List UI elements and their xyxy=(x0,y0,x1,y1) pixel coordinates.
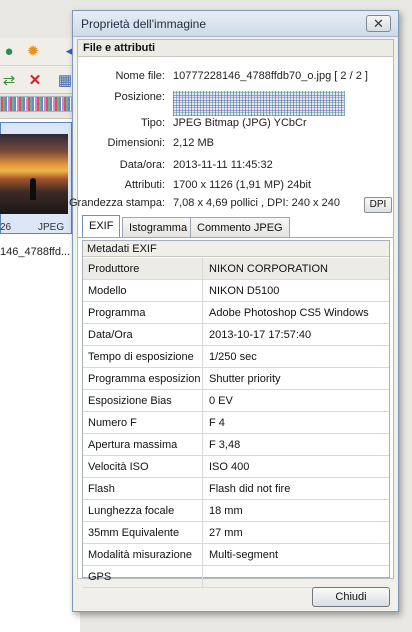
info-row-print-size: Grandezza stampa: 7,08 x 4,69 pollici , … xyxy=(69,197,393,213)
exif-value: 2013-10-17 17:57:40 xyxy=(209,329,312,341)
thumbnail-image[interactable] xyxy=(0,134,68,214)
exif-key: Modello xyxy=(83,280,203,302)
exif-value: Shutter priority xyxy=(209,373,281,385)
exif-key: Velocità ISO xyxy=(83,456,203,478)
address-bar[interactable] xyxy=(0,96,80,112)
info-label: Nome file: xyxy=(115,70,165,82)
thumbnail-type: JPEG xyxy=(38,222,65,233)
dpi-button[interactable]: DPI xyxy=(364,197,392,213)
table-row[interactable]: Tempo di esposizione 1/250 sec xyxy=(83,346,389,368)
table-row[interactable]: Apertura massima F 3,48 xyxy=(83,434,389,456)
exif-value: F 4 xyxy=(209,417,225,429)
table-row[interactable]: Modello NIKON D5100 xyxy=(83,280,389,302)
exif-key: Tempo di esposizione xyxy=(83,346,203,368)
section-header: File e attributi xyxy=(78,40,393,57)
info-row-size: Dimensioni: 2,12 MB xyxy=(78,137,393,153)
properties-content: File e attributi Nome file: 10777228146_… xyxy=(69,39,394,588)
info-row-datetime: Data/ora: 2013-11-11 11:45:32 xyxy=(78,159,393,175)
location-obscured xyxy=(173,91,345,116)
info-label: Grandezza stampa: xyxy=(69,197,165,209)
table-row[interactable]: Flash Flash did not fire xyxy=(83,478,389,500)
close-button[interactable]: ✕ xyxy=(366,15,391,32)
exif-key: Modalità misurazione xyxy=(83,544,203,566)
exif-value: 18 mm xyxy=(209,505,243,517)
info-value: 7,08 x 4,69 pollici , DPI: 240 x 240 xyxy=(173,197,340,209)
info-value: 1700 x 1126 (1,91 MP) 24bit xyxy=(173,179,311,191)
table-row[interactable]: Produttore NIKON CORPORATION xyxy=(83,258,389,280)
tab-bar: EXIF Istogramma Commento JPEG xyxy=(78,215,393,238)
exif-title: Metadati EXIF xyxy=(87,243,157,255)
info-row-type: Tipo: JPEG Bitmap (JPG) YCbCr xyxy=(78,117,393,133)
info-row-location: Posizione: xyxy=(78,91,393,116)
image-properties-dialog: Proprietà dell'immagine ✕ File e attribu… xyxy=(69,10,399,612)
info-label: Tipo: xyxy=(140,117,165,129)
table-row[interactable]: Data/Ora 2013-10-17 17:57:40 xyxy=(83,324,389,346)
close-icon: ✕ xyxy=(373,16,384,31)
thumbnail-filename: 146_4788ffd... xyxy=(0,246,71,258)
section-title: File e attributi xyxy=(83,42,156,54)
exif-value: F 3,48 xyxy=(209,439,241,451)
exif-value: 27 mm xyxy=(209,527,243,539)
info-value: 10777228146_4788ffdb70_o.jpg [ 2 / 2 ] xyxy=(173,70,368,82)
exif-value: NIKON D5100 xyxy=(209,285,280,297)
exif-key: Data/Ora xyxy=(83,324,203,346)
exif-value: Flash did not fire xyxy=(209,483,291,495)
info-label: Posizione: xyxy=(114,91,165,103)
exif-value: 0 EV xyxy=(209,395,233,407)
exif-value: ISO 400 xyxy=(209,461,250,473)
exif-key: Flash xyxy=(83,478,203,500)
info-value: 2013-11-11 11:45:32 xyxy=(173,159,273,171)
delete-icon[interactable]: ✕ xyxy=(26,71,44,89)
background-toolbar: ● ✹ ◂ xyxy=(0,38,80,66)
table-row[interactable]: Lunghezza focale 18 mm xyxy=(83,500,389,522)
table-row[interactable]: Esposizione Bias 0 EV xyxy=(83,390,389,412)
exif-key: 35mm Equivalente xyxy=(83,522,203,544)
thumbnail-number: 26 xyxy=(0,222,12,233)
tab-exif[interactable]: EXIF xyxy=(82,215,121,238)
table-row[interactable]: Modalità misurazione Multi-segment xyxy=(83,544,389,566)
info-row-filename: Nome file: 10777228146_4788ffdb70_o.jpg … xyxy=(78,70,393,86)
user-icon[interactable]: ● xyxy=(0,42,18,60)
title-bar[interactable]: Proprietà dell'immagine ✕ xyxy=(73,11,398,37)
exif-key: Esposizione Bias xyxy=(83,390,203,412)
info-value: 2,12 MB xyxy=(173,137,214,149)
exif-header: Metadati EXIF xyxy=(83,241,389,257)
tab-divider xyxy=(78,237,393,238)
exif-key: Programma esposizion xyxy=(83,368,203,390)
exif-value: 1/250 sec xyxy=(209,351,257,363)
info-label: Attributi: xyxy=(124,179,165,191)
exif-key: Lunghezza focale xyxy=(83,500,203,522)
table-row[interactable]: GPS xyxy=(83,566,389,588)
exif-key: GPS xyxy=(83,566,203,588)
swap-icon[interactable]: ⇄ xyxy=(0,71,18,89)
dialog-title: Proprietà dell'immagine xyxy=(81,17,207,31)
close-dialog-button[interactable]: Chiudi xyxy=(312,587,390,607)
sun-icon[interactable]: ✹ xyxy=(24,42,42,60)
table-row[interactable]: Velocità ISO ISO 400 xyxy=(83,456,389,478)
exif-key: Apertura massima xyxy=(83,434,203,456)
info-label: Data/ora: xyxy=(119,159,165,171)
table-row[interactable]: Programma esposizion Shutter priority xyxy=(83,368,389,390)
exif-value xyxy=(204,566,389,588)
table-row[interactable]: 35mm Equivalente 27 mm xyxy=(83,522,389,544)
exif-key: Programma xyxy=(83,302,203,324)
background-toolbar-2: ⇄ ✕ ▦ xyxy=(0,66,80,94)
info-row-attributes: Attributi: 1700 x 1126 (1,91 MP) 24bit xyxy=(78,179,393,195)
info-label: Dimensioni: xyxy=(107,137,165,149)
table-row[interactable]: Programma Adobe Photoshop CS5 Windows xyxy=(83,302,389,324)
tab-histogram[interactable]: Istogramma xyxy=(122,217,195,238)
exif-table[interactable]: Produttore NIKON CORPORATION Modello NIKON… xyxy=(83,258,389,588)
exif-key: Numero F xyxy=(83,412,203,434)
exif-value: NIKON CORPORATION xyxy=(209,263,328,275)
tab-jpeg-comment[interactable]: Commento JPEG xyxy=(190,217,290,238)
exif-key: Produttore xyxy=(83,258,203,280)
exif-value: Multi-segment xyxy=(209,549,279,561)
table-row[interactable]: Numero F F 4 xyxy=(83,412,389,434)
exif-value: Adobe Photoshop CS5 Windows xyxy=(209,307,369,319)
info-value: JPEG Bitmap (JPG) YCbCr xyxy=(173,117,307,129)
exif-panel: Metadati EXIF Produttore NIKON CORPORATIO… xyxy=(82,240,390,588)
